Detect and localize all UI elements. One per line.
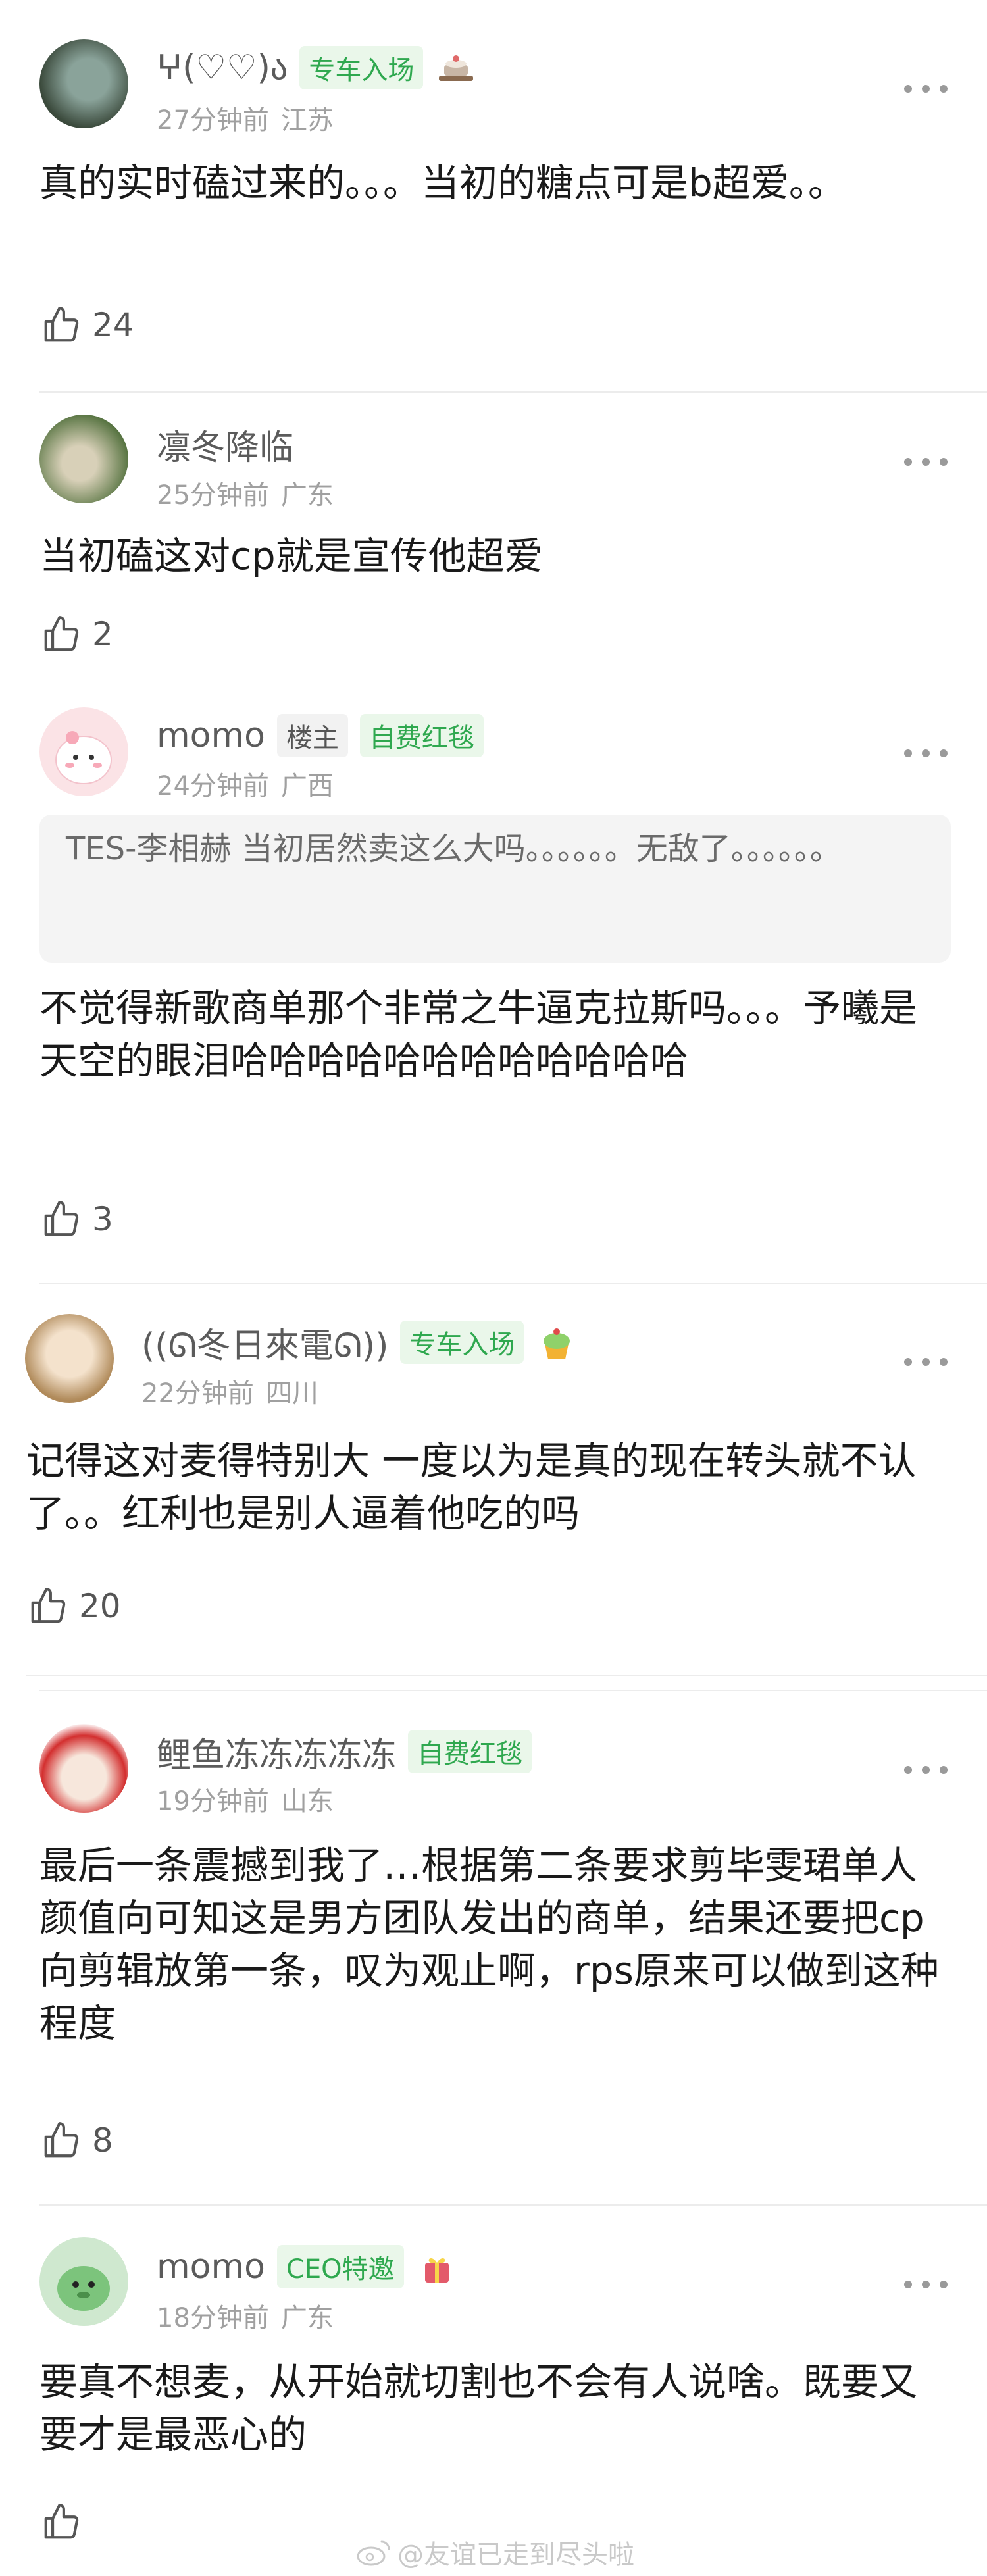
location: 广东 bbox=[280, 480, 334, 511]
avatar[interactable] bbox=[39, 1724, 128, 1813]
like-button[interactable] bbox=[41, 2502, 92, 2542]
status-badge: 自费红毯 bbox=[408, 1730, 532, 1773]
cake-stand-icon bbox=[435, 47, 477, 89]
avatar[interactable] bbox=[39, 415, 128, 503]
like-button[interactable]: 8 bbox=[41, 2120, 113, 2161]
thumbs-up-icon bbox=[44, 307, 79, 342]
comment-text: 要真不想麦，从开始就切割也不会有人说啥。既要又要才是最恶心的 bbox=[39, 2360, 918, 2457]
thumbs-up-icon bbox=[44, 2504, 79, 2539]
location: 广西 bbox=[280, 771, 334, 801]
status-badge: 自费红毯 bbox=[359, 714, 484, 757]
like-count: 20 bbox=[79, 1587, 121, 1625]
comment-meta: 22分钟前 四川 bbox=[141, 1372, 318, 1410]
divider bbox=[39, 1690, 987, 1691]
like-count: 24 bbox=[92, 306, 134, 344]
more-options-icon[interactable] bbox=[904, 2278, 948, 2291]
comment-meta: 24分钟前 广西 bbox=[157, 765, 334, 803]
more-options-icon[interactable] bbox=[904, 82, 948, 95]
more-options-icon[interactable] bbox=[904, 1763, 948, 1777]
divider bbox=[39, 1283, 987, 1284]
timestamp: 19分钟前 bbox=[157, 1786, 269, 1817]
timestamp: 27分钟前 bbox=[157, 105, 269, 136]
username[interactable]: ⵖ(♡♡)ა bbox=[157, 48, 288, 88]
like-count: 8 bbox=[92, 2121, 113, 2159]
location: 四川 bbox=[265, 1378, 318, 1409]
more-options-icon[interactable] bbox=[904, 747, 948, 760]
quoted-reply[interactable]: TES-李相赫 当初居然卖这么大吗。。。。。。无敌了。。。。。。 bbox=[39, 815, 951, 963]
thumbs-up-icon bbox=[44, 616, 79, 651]
comment-text: 不觉得新歌商单那个非常之牛逼克拉斯吗。。。予曦是天空的眼泪哈哈哈哈哈哈哈哈哈哈哈… bbox=[39, 986, 918, 1083]
location: 广东 bbox=[280, 2303, 334, 2333]
comment-meta: 19分钟前 山东 bbox=[157, 1780, 334, 1818]
like-count: 2 bbox=[92, 615, 113, 653]
location: 江苏 bbox=[280, 105, 334, 136]
avatar[interactable] bbox=[39, 707, 128, 796]
username[interactable]: momo bbox=[157, 2247, 265, 2286]
username[interactable]: momo bbox=[157, 716, 265, 755]
like-button[interactable]: 20 bbox=[28, 1586, 121, 1627]
avatar[interactable] bbox=[39, 39, 128, 128]
thumbs-up-icon bbox=[44, 1201, 79, 1236]
timestamp: 18分钟前 bbox=[157, 2303, 269, 2333]
comment-text: 最后一条震撼到我了…根据第二条要求剪毕雯珺单人颜值向可知这是男方团队发出的商单，… bbox=[39, 1843, 939, 2046]
divider bbox=[39, 2204, 987, 2206]
more-options-icon[interactable] bbox=[904, 455, 948, 468]
location: 山东 bbox=[280, 1786, 334, 1817]
timestamp: 22分钟前 bbox=[141, 1378, 254, 1409]
like-button[interactable]: 3 bbox=[41, 1199, 113, 1240]
divider bbox=[39, 391, 987, 393]
gift-icon bbox=[416, 2246, 458, 2288]
thumbs-up-icon bbox=[44, 2122, 79, 2158]
status-badge: CEO特邀 bbox=[276, 2245, 404, 2288]
cupcake-icon bbox=[536, 1321, 578, 1363]
status-badge: 专车入场 bbox=[400, 1321, 524, 1364]
status-badge: 专车入场 bbox=[299, 46, 424, 89]
comment-text: 记得这对麦得特别大 一度以为是真的现在转头就不认了。。红利也是别人逼着他吃的吗 bbox=[26, 1438, 917, 1536]
timestamp: 25分钟前 bbox=[157, 480, 269, 511]
username[interactable]: ((ᘏ冬日來電ᘏ)) bbox=[141, 1318, 388, 1367]
watermark-text: @友谊已走到尽头啦 bbox=[397, 2540, 634, 2570]
more-options-icon[interactable] bbox=[904, 1355, 948, 1369]
comment-meta: 25分钟前 广东 bbox=[157, 474, 334, 512]
divider bbox=[26, 1675, 987, 1676]
like-count: 3 bbox=[92, 1200, 113, 1238]
weibo-icon bbox=[357, 2540, 390, 2566]
like-button[interactable]: 2 bbox=[41, 614, 113, 655]
comment-text: 当初磕这对cp就是宣传他超爱 bbox=[39, 534, 543, 578]
comment-meta: 18分钟前 广东 bbox=[157, 2296, 334, 2335]
username[interactable]: 鲤鱼冻冻冻冻冻 bbox=[157, 1727, 396, 1777]
comment-text: 真的实时磕过来的。。。当初的糖点可是b超爱。。 bbox=[39, 161, 846, 205]
username[interactable]: 凛冬降临 bbox=[157, 420, 293, 469]
watermark: @友谊已走到尽头啦 bbox=[355, 2533, 634, 2571]
like-button[interactable]: 24 bbox=[41, 305, 134, 345]
thumbs-up-icon bbox=[31, 1588, 66, 1623]
timestamp: 24分钟前 bbox=[157, 771, 269, 801]
avatar[interactable] bbox=[39, 2237, 128, 2326]
author-tag: 楼主 bbox=[276, 714, 348, 757]
comment-meta: 27分钟前 江苏 bbox=[157, 99, 334, 137]
avatar[interactable] bbox=[25, 1314, 114, 1403]
